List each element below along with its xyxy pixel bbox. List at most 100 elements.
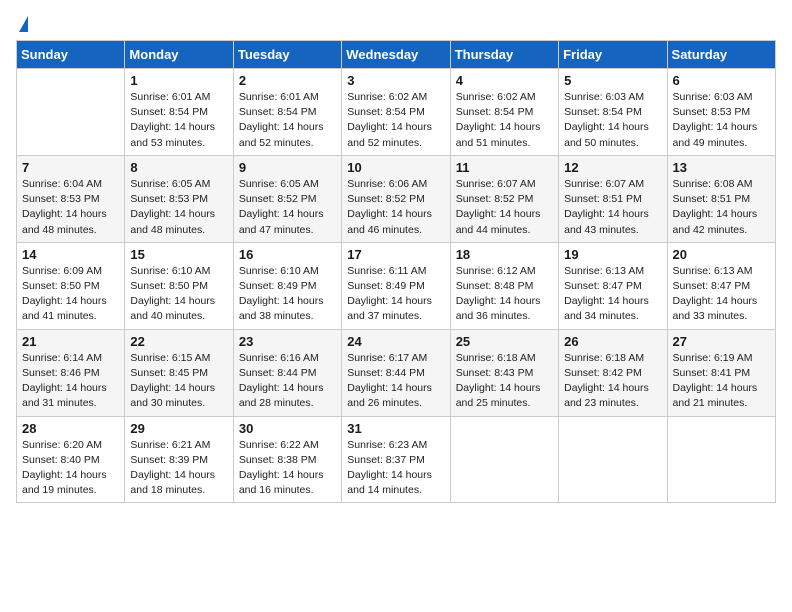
cell-content: Sunrise: 6:22 AM Sunset: 8:38 PM Dayligh… [239, 438, 336, 499]
calendar-cell: 19 Sunrise: 6:13 AM Sunset: 8:47 PM Dayli… [559, 242, 667, 329]
cell-content: Sunrise: 6:13 AM Sunset: 8:47 PM Dayligh… [673, 264, 770, 325]
cell-content: Sunrise: 6:03 AM Sunset: 8:54 PM Dayligh… [564, 90, 661, 151]
day-number: 23 [239, 334, 336, 349]
calendar-cell: 25Sunrise: 6:18 AM Sunset: 8:43 PM Dayli… [450, 329, 558, 416]
calendar-cell: 23 Sunrise: 6:16 AM Sunset: 8:44 PM Dayli… [233, 329, 341, 416]
calendar-cell: 7Sunrise: 6:04 AM Sunset: 8:53 PM Daylig… [17, 155, 125, 242]
logo [16, 16, 28, 32]
day-number: 15 [130, 247, 227, 262]
cell-content: Sunrise: 6:11 AM Sunset: 8:49 PM Dayligh… [347, 264, 444, 325]
calendar-cell [450, 416, 558, 503]
cell-content: Sunrise: 6:10 AM Sunset: 8:49 PM Dayligh… [239, 264, 336, 325]
cell-content: Sunrise: 6:13 AM Sunset: 8:47 PM Dayligh… [564, 264, 661, 325]
cell-content: Sunrise: 6:20 AM Sunset: 8:40 PM Dayligh… [22, 438, 119, 499]
day-number: 12 [564, 160, 661, 175]
calendar-cell: 8 Sunrise: 6:05 AM Sunset: 8:53 PM Daylig… [125, 155, 233, 242]
cell-content: Sunrise: 6:23 AM Sunset: 8:37 PM Dayligh… [347, 438, 444, 499]
day-number: 29 [130, 421, 227, 436]
day-number: 8 [130, 160, 227, 175]
day-number: 14 [22, 247, 119, 262]
calendar-cell: 21 Sunrise: 6:14 AM Sunset: 8:46 PM Dayli… [17, 329, 125, 416]
day-number: 18 [456, 247, 553, 262]
day-number: 10 [347, 160, 444, 175]
cell-content: Sunrise: 6:21 AM Sunset: 8:39 PM Dayligh… [130, 438, 227, 499]
calendar-cell: 6 Sunrise: 6:03 AM Sunset: 8:53 PM Daylig… [667, 69, 775, 156]
calendar-cell: 16 Sunrise: 6:10 AM Sunset: 8:49 PM Dayli… [233, 242, 341, 329]
day-number: 16 [239, 247, 336, 262]
header-cell-monday: Monday [125, 41, 233, 69]
cell-content: Sunrise: 6:08 AM Sunset: 8:51 PM Dayligh… [673, 177, 770, 238]
day-number: 24 [347, 334, 444, 349]
day-number: 3 [347, 73, 444, 88]
calendar-cell: 14Sunrise: 6:09 AM Sunset: 8:50 PM Dayli… [17, 242, 125, 329]
calendar-cell: 22 Sunrise: 6:15 AM Sunset: 8:45 PM Dayli… [125, 329, 233, 416]
calendar-cell: 20 Sunrise: 6:13 AM Sunset: 8:47 PM Dayli… [667, 242, 775, 329]
calendar-cell: 17 Sunrise: 6:11 AM Sunset: 8:49 PM Dayli… [342, 242, 450, 329]
calendar-cell: 1Sunrise: 6:01 AM Sunset: 8:54 PM Daylig… [125, 69, 233, 156]
header-cell-sunday: Sunday [17, 41, 125, 69]
calendar-cell: 29 Sunrise: 6:21 AM Sunset: 8:39 PM Dayli… [125, 416, 233, 503]
header-cell-friday: Friday [559, 41, 667, 69]
calendar-cell: 3 Sunrise: 6:02 AM Sunset: 8:54 PM Daylig… [342, 69, 450, 156]
cell-content: Sunrise: 6:07 AM Sunset: 8:52 PM Dayligh… [456, 177, 553, 238]
day-number: 9 [239, 160, 336, 175]
cell-content: Sunrise: 6:18 AM Sunset: 8:43 PM Dayligh… [456, 351, 553, 412]
header-cell-tuesday: Tuesday [233, 41, 341, 69]
day-number: 4 [456, 73, 553, 88]
page-header [16, 16, 776, 32]
cell-content: Sunrise: 6:03 AM Sunset: 8:53 PM Dayligh… [673, 90, 770, 151]
cell-content: Sunrise: 6:04 AM Sunset: 8:53 PM Dayligh… [22, 177, 119, 238]
day-number: 19 [564, 247, 661, 262]
cell-content: Sunrise: 6:16 AM Sunset: 8:44 PM Dayligh… [239, 351, 336, 412]
cell-content: Sunrise: 6:07 AM Sunset: 8:51 PM Dayligh… [564, 177, 661, 238]
day-number: 17 [347, 247, 444, 262]
header-cell-thursday: Thursday [450, 41, 558, 69]
calendar-cell [17, 69, 125, 156]
calendar-cell: 24 Sunrise: 6:17 AM Sunset: 8:44 PM Dayli… [342, 329, 450, 416]
calendar-cell: 28 Sunrise: 6:20 AM Sunset: 8:40 PM Dayli… [17, 416, 125, 503]
cell-content: Sunrise: 6:05 AM Sunset: 8:52 PM Dayligh… [239, 177, 336, 238]
calendar-week-row: 21 Sunrise: 6:14 AM Sunset: 8:46 PM Dayli… [17, 329, 776, 416]
day-number: 5 [564, 73, 661, 88]
cell-content: Sunrise: 6:19 AM Sunset: 8:41 PM Dayligh… [673, 351, 770, 412]
calendar-cell: 11 Sunrise: 6:07 AM Sunset: 8:52 PM Dayli… [450, 155, 558, 242]
cell-content: Sunrise: 6:10 AM Sunset: 8:50 PM Dayligh… [130, 264, 227, 325]
calendar-cell [667, 416, 775, 503]
calendar-cell: 5 Sunrise: 6:03 AM Sunset: 8:54 PM Daylig… [559, 69, 667, 156]
header-cell-saturday: Saturday [667, 41, 775, 69]
day-number: 11 [456, 160, 553, 175]
calendar-cell: 13 Sunrise: 6:08 AM Sunset: 8:51 PM Dayli… [667, 155, 775, 242]
calendar-cell: 15 Sunrise: 6:10 AM Sunset: 8:50 PM Dayli… [125, 242, 233, 329]
day-number: 21 [22, 334, 119, 349]
cell-content: Sunrise: 6:05 AM Sunset: 8:53 PM Dayligh… [130, 177, 227, 238]
day-number: 31 [347, 421, 444, 436]
calendar-cell: 4 Sunrise: 6:02 AM Sunset: 8:54 PM Daylig… [450, 69, 558, 156]
day-number: 28 [22, 421, 119, 436]
cell-content: Sunrise: 6:02 AM Sunset: 8:54 PM Dayligh… [347, 90, 444, 151]
day-number: 2 [239, 73, 336, 88]
cell-content: Sunrise: 6:14 AM Sunset: 8:46 PM Dayligh… [22, 351, 119, 412]
calendar-week-row: 14Sunrise: 6:09 AM Sunset: 8:50 PM Dayli… [17, 242, 776, 329]
cell-content: Sunrise: 6:06 AM Sunset: 8:52 PM Dayligh… [347, 177, 444, 238]
cell-content: Sunrise: 6:15 AM Sunset: 8:45 PM Dayligh… [130, 351, 227, 412]
calendar-cell: 9 Sunrise: 6:05 AM Sunset: 8:52 PM Daylig… [233, 155, 341, 242]
day-number: 26 [564, 334, 661, 349]
day-number: 22 [130, 334, 227, 349]
day-number: 6 [673, 73, 770, 88]
cell-content: Sunrise: 6:02 AM Sunset: 8:54 PM Dayligh… [456, 90, 553, 151]
day-number: 20 [673, 247, 770, 262]
calendar-cell: 31 Sunrise: 6:23 AM Sunset: 8:37 PM Dayli… [342, 416, 450, 503]
calendar-cell: 2Sunrise: 6:01 AM Sunset: 8:54 PM Daylig… [233, 69, 341, 156]
calendar-week-row: 7Sunrise: 6:04 AM Sunset: 8:53 PM Daylig… [17, 155, 776, 242]
day-number: 13 [673, 160, 770, 175]
cell-content: Sunrise: 6:17 AM Sunset: 8:44 PM Dayligh… [347, 351, 444, 412]
calendar-cell: 30 Sunrise: 6:22 AM Sunset: 8:38 PM Dayli… [233, 416, 341, 503]
day-number: 30 [239, 421, 336, 436]
logo-triangle-icon [19, 16, 28, 32]
cell-content: Sunrise: 6:12 AM Sunset: 8:48 PM Dayligh… [456, 264, 553, 325]
header-cell-wednesday: Wednesday [342, 41, 450, 69]
day-number: 1 [130, 73, 227, 88]
calendar-cell: 26Sunrise: 6:18 AM Sunset: 8:42 PM Dayli… [559, 329, 667, 416]
calendar-week-row: 28 Sunrise: 6:20 AM Sunset: 8:40 PM Dayli… [17, 416, 776, 503]
calendar-cell: 12 Sunrise: 6:07 AM Sunset: 8:51 PM Dayli… [559, 155, 667, 242]
